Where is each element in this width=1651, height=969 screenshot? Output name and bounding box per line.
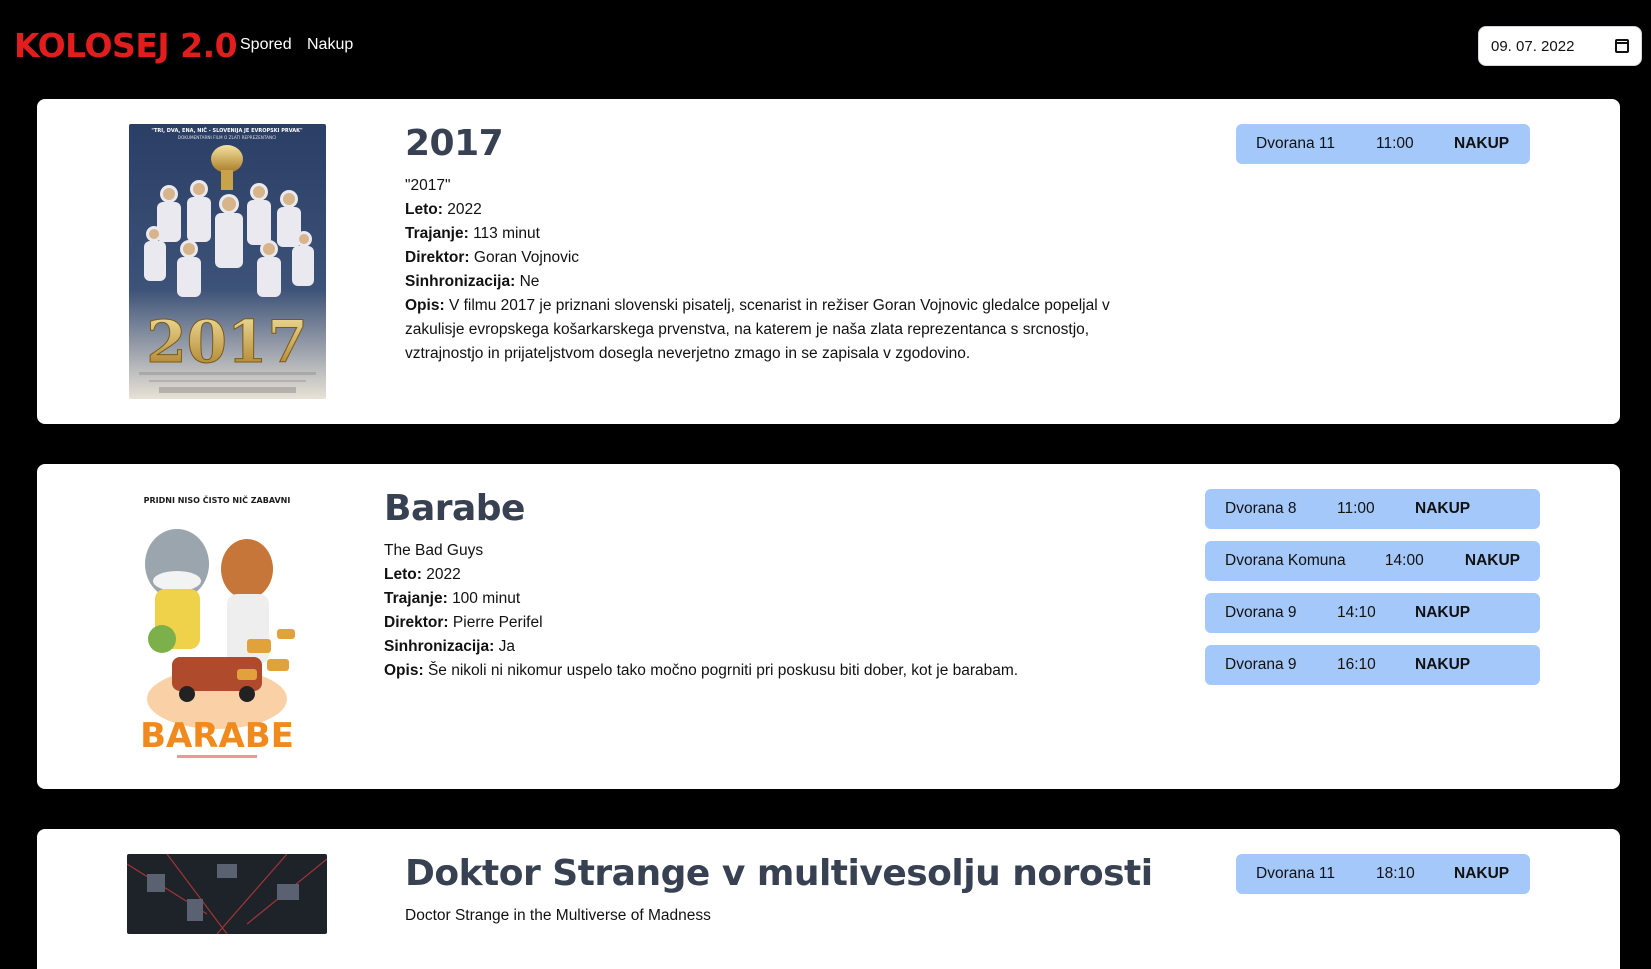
showtime-time: 14:10 <box>1337 604 1376 621</box>
showtimes-list: Dvorana 11 11:00 NAKUP <box>1236 124 1530 176</box>
description-value: Še nikoli ni nikomur uspelo tako močno p… <box>427 662 1019 679</box>
nav-nakup[interactable]: Nakup <box>307 36 353 54</box>
movie-duration: Trajanje: 113 minut <box>405 222 1125 246</box>
showtime-button[interactable]: Dvorana 9 16:10 NAKUP <box>1205 645 1540 685</box>
movie-description: Opis: Še nikoli ni nikomur uspelo tako m… <box>384 659 1104 683</box>
buy-label: NAKUP <box>1464 552 1520 569</box>
duration-value: 100 minut <box>452 590 521 607</box>
poster-title: 2017 <box>146 308 307 376</box>
showtime-hall: Dvorana 9 <box>1225 656 1297 673</box>
showtime-hall: Dvorana 9 <box>1225 604 1297 621</box>
poster-tagline: PRIDNI NISO ČISTO NIČ ZABAVNI <box>144 494 291 505</box>
showtime-time: 11:00 <box>1376 135 1414 152</box>
showtimes-list: Dvorana 11 18:10 NAKUP <box>1236 854 1530 906</box>
movie-description: Opis: V filmu 2017 je priznani slovenski… <box>405 294 1125 366</box>
showtime-hall: Dvorana 11 <box>1256 135 1335 152</box>
movie-title: Doktor Strange v multivesolju norosti <box>405 853 1153 894</box>
poster-2017-image: "TRI, DVA, ENA, NIČ - SLOVENIJA JE EVROP… <box>129 124 326 399</box>
movie-title: Barabe <box>384 488 525 529</box>
showtime-button[interactable]: Dvorana 11 18:10 NAKUP <box>1236 854 1530 894</box>
showtime-button[interactable]: Dvorana 8 11:00 NAKUP <box>1205 489 1540 529</box>
buy-label: NAKUP <box>1415 656 1471 673</box>
director-value: Goran Vojnovic <box>473 249 580 266</box>
movie-year: Leto: 2022 <box>384 563 1104 587</box>
buy-label: NAKUP <box>1454 135 1510 152</box>
buy-label: NAKUP <box>1415 604 1471 621</box>
site-logo[interactable]: KOLOSEJ 2.0 <box>14 26 238 65</box>
movie-title: 2017 <box>405 123 504 164</box>
showtime-button[interactable]: Dvorana 9 14:10 NAKUP <box>1205 593 1540 633</box>
year-label: Leto: <box>384 566 422 583</box>
movie-poster: "TRI, DVA, ENA, NIČ - SLOVENIJA JE EVROP… <box>129 124 326 399</box>
movie-poster: PRIDNI NISO ČISTO NIČ ZABAVNI BARABE <box>117 489 317 764</box>
showtime-time: 11:00 <box>1337 500 1375 517</box>
director-label: Direktor: <box>384 614 449 631</box>
movie-year: Leto: 2022 <box>405 198 1125 222</box>
movie-card: Doktor Strange v multivesolju norosti Do… <box>37 829 1620 969</box>
original-title: "2017" <box>405 177 451 194</box>
showtime-hall: Dvorana Komuna <box>1225 552 1346 569</box>
nav-spored[interactable]: Spored <box>240 36 292 54</box>
description-value: V filmu 2017 je priznani slovenski pisat… <box>405 297 1110 362</box>
dubbed-value: Ja <box>498 638 515 655</box>
top-navbar: KOLOSEJ 2.0 Spored Nakup 09. 07. 2022 <box>0 0 1651 94</box>
duration-label: Trajanje: <box>405 225 469 242</box>
date-picker[interactable]: 09. 07. 2022 <box>1478 26 1642 66</box>
dubbed-value: Ne <box>519 273 540 290</box>
showtime-time: 18:10 <box>1376 865 1415 882</box>
original-title: Doctor Strange in the Multiverse of Madn… <box>405 907 711 924</box>
movie-dubbed: Sinhronizacija: Ne <box>405 270 1125 294</box>
buy-label: NAKUP <box>1415 500 1471 517</box>
poster-subtitle: DOKUMENTARNI FILM O ZLATI REPREZENTANCI <box>178 135 277 140</box>
director-label: Direktor: <box>405 249 470 266</box>
movie-director: Direktor: Goran Vojnovic <box>405 246 1125 270</box>
movie-info: Doktor Strange v multivesolju norosti Do… <box>405 852 1165 928</box>
poster-barabe-image: PRIDNI NISO ČISTO NIČ ZABAVNI BARABE <box>117 489 317 764</box>
showtimes-list: Dvorana 8 11:00 NAKUP Dvorana Komuna 14:… <box>1205 489 1540 697</box>
movie-info: 2017 "2017" Leto: 2022 Trajanje: 113 min… <box>405 122 1125 366</box>
year-value: 2022 <box>447 201 482 218</box>
date-value: 09. 07. 2022 <box>1491 37 1575 55</box>
description-label: Opis: <box>384 662 424 679</box>
duration-label: Trajanje: <box>384 590 448 607</box>
calendar-icon[interactable] <box>1615 39 1629 53</box>
poster-tagline: "TRI, DVA, ENA, NIČ - SLOVENIJA JE EVROP… <box>151 127 303 134</box>
dubbed-label: Sinhronizacija: <box>384 638 495 655</box>
description-label: Opis: <box>405 297 445 314</box>
dubbed-label: Sinhronizacija: <box>405 273 516 290</box>
movie-card: "TRI, DVA, ENA, NIČ - SLOVENIJA JE EVROP… <box>37 99 1620 424</box>
movie-info: Barabe The Bad Guys Leto: 2022 Trajanje:… <box>384 487 1104 683</box>
director-value: Pierre Perifel <box>452 614 543 631</box>
showtime-time: 14:00 <box>1384 552 1424 569</box>
showtime-button[interactable]: Dvorana Komuna 14:00 NAKUP <box>1205 541 1540 581</box>
buy-label: NAKUP <box>1454 865 1510 882</box>
original-title: The Bad Guys <box>384 542 484 559</box>
duration-value: 113 minut <box>473 225 540 242</box>
poster-title: BARABE <box>140 716 294 756</box>
movie-dubbed: Sinhronizacija: Ja <box>384 635 1104 659</box>
showtime-hall: Dvorana 8 <box>1225 500 1297 517</box>
year-value: 2022 <box>426 566 461 583</box>
movie-director: Direktor: Pierre Perifel <box>384 611 1104 635</box>
year-label: Leto: <box>405 201 443 218</box>
movie-poster <box>127 854 327 934</box>
showtime-hall: Dvorana 11 <box>1256 865 1335 882</box>
movie-card: PRIDNI NISO ČISTO NIČ ZABAVNI BARABE Bar… <box>37 464 1620 789</box>
poster-doktor-strange-image <box>127 854 327 934</box>
showtime-button[interactable]: Dvorana 11 11:00 NAKUP <box>1236 124 1530 164</box>
showtime-time: 16:10 <box>1337 656 1376 673</box>
movie-duration: Trajanje: 100 minut <box>384 587 1104 611</box>
